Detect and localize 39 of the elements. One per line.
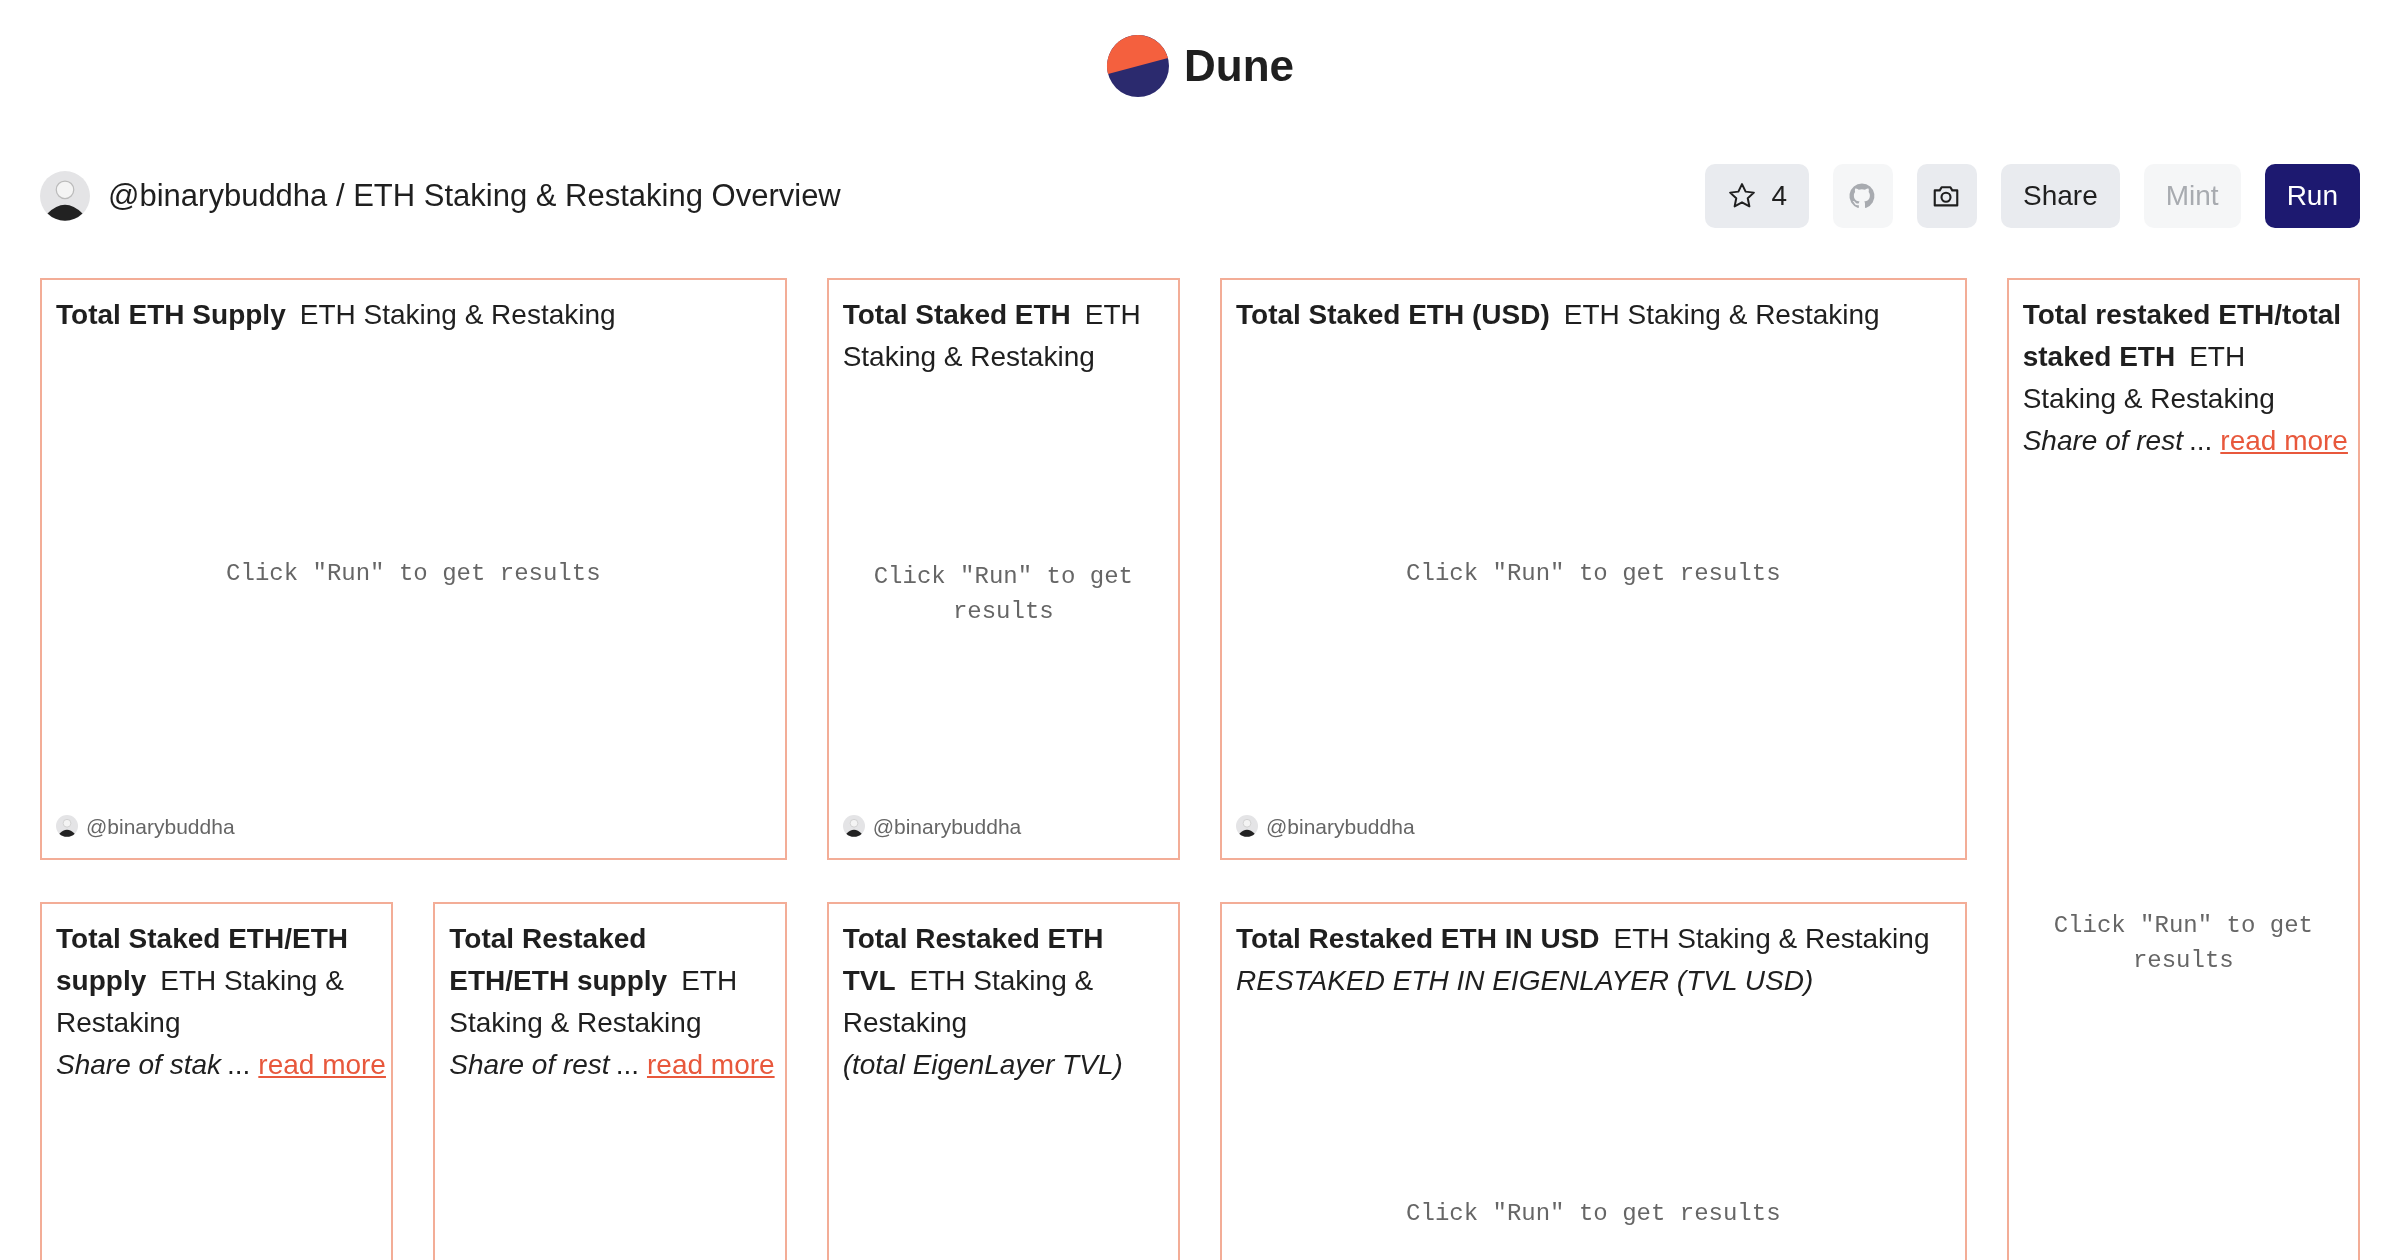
card-description: Share of rest [449,1049,610,1080]
logo-text: Dune [1184,40,1294,92]
empty-results-message: Click "Run" to get results [1406,1198,1781,1229]
avatar [1236,815,1258,838]
avatar [842,815,865,838]
author-name: @binarybuddha [1266,813,1415,840]
card-description: RESTAKED ETH IN EIGENLAYER (TVL USD) [1236,965,1814,996]
card-heading: Total ETH Supply ETH Staking & Restaking [56,298,617,332]
avatar [56,815,78,838]
card-heading: Total Restaked ETH TVL ETH Staking & Restaking [842,922,1105,1040]
card-heading: Total Restaked ETH/ETH supply ETH Staking & Restaking [449,922,739,1040]
toolbar-button[interactable]: Share [2001,164,2120,228]
card-description: (total EigenLayer TVL) [842,1049,1123,1080]
star-button[interactable]: 4 [1705,164,1809,228]
card-heading: Total Staked ETH (USD) ETH Staking & Restaking [1236,298,1881,332]
card-heading: Total Restaked ETH IN USD ETH Staking & Restaking [1236,922,1931,956]
read-more-link[interactable]: read more [2220,425,2348,456]
empty-results-message: Click "Run" to get results [1406,558,1781,589]
ellipsis-text: ... [2188,425,2213,456]
author-name: @binarybuddha [872,813,1022,840]
card-heading: Total Staked ETH/ETH supply ETH Staking & Restaking [56,922,349,1040]
avatar [40,171,90,221]
empty-results-message: Click "Run" to get results [872,562,1134,628]
empty-results-message: Click "Run" to get results [2052,911,2314,976]
read-more-link[interactable]: read more [258,1049,386,1080]
card-description: Share of stak [56,1049,221,1080]
card-heading: Total Staked ETH ETH Staking & Restaking [842,298,1142,374]
logo-icon [1106,34,1170,98]
screenshot-button[interactable] [1917,164,1977,228]
card-heading: Total restaked ETH/total staked ETH ETH Staking & Restaking [2022,298,2343,416]
ellipsis-text: ... [615,1049,639,1080]
cat-icon [1847,181,1877,211]
card-description: Share of rest [2022,425,2183,456]
read-more-link[interactable]: read more [647,1049,775,1080]
author-name: @binarybuddha [86,813,235,840]
dashboard-title: @binarybuddha / ETH Staking & Restaking Overview [108,176,841,215]
ellipsis-text: ... [227,1049,251,1080]
empty-results-message: Click "Run" to get results [226,558,601,589]
run-button[interactable]: Run [2264,164,2360,228]
